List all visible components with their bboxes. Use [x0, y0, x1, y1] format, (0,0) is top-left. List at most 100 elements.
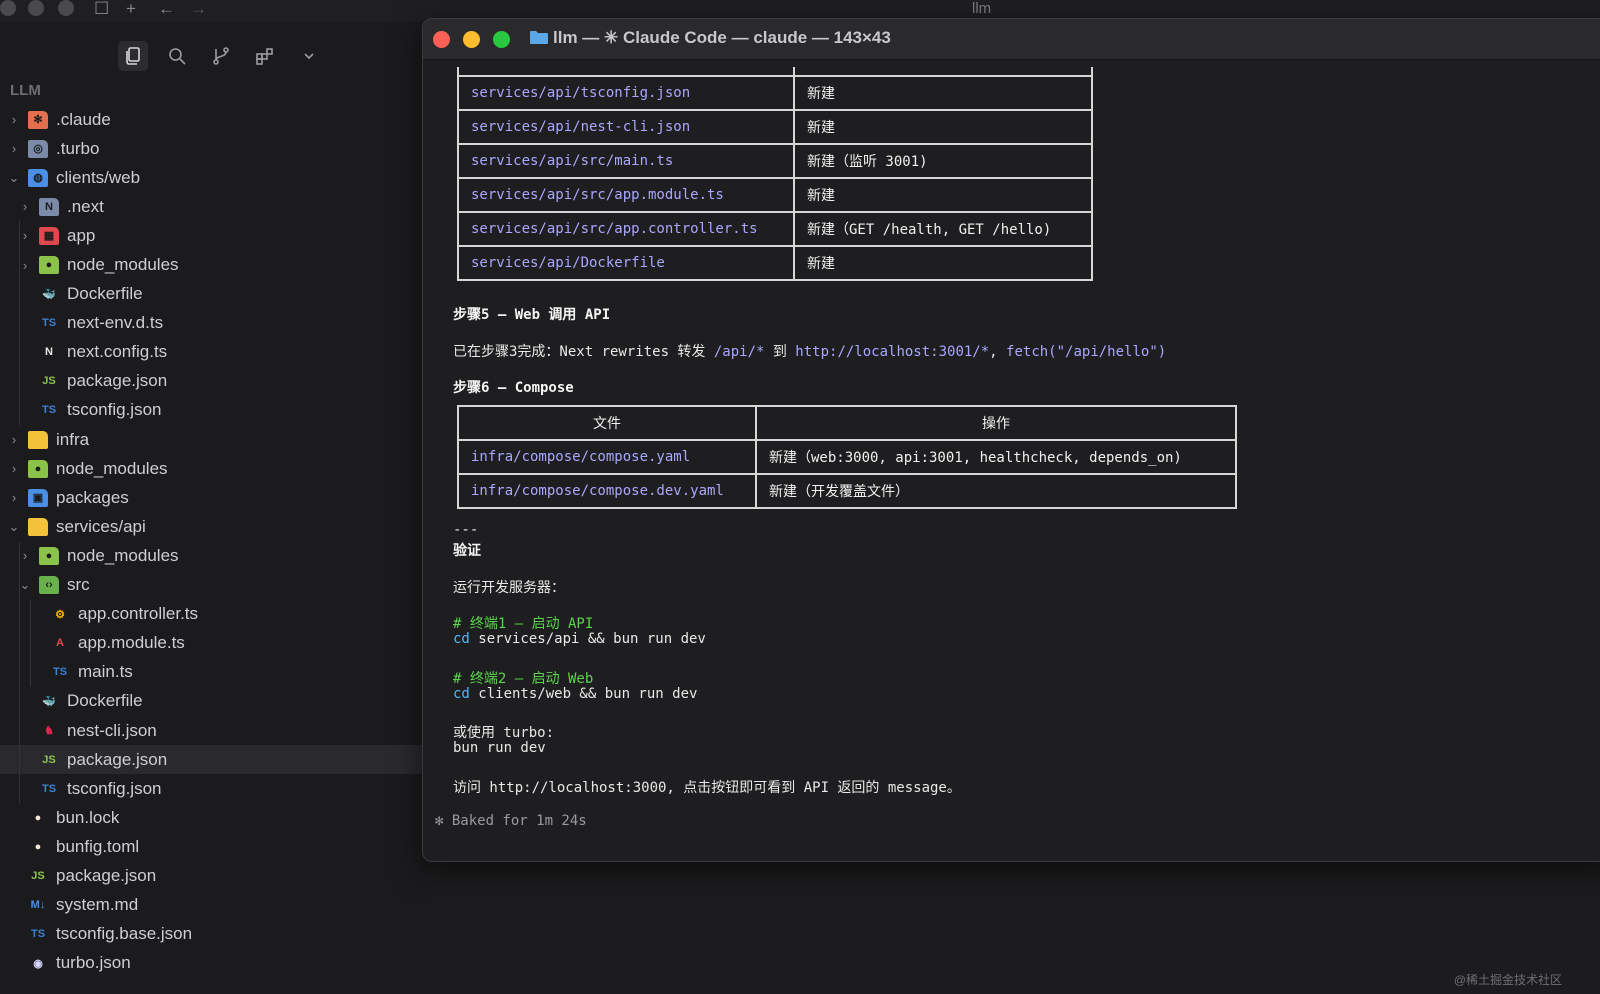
- nodejs-icon: JS: [31, 869, 45, 882]
- tree-folder-row[interactable]: › ▣ packages: [0, 483, 428, 512]
- tree-file-row[interactable]: TS main.ts: [0, 658, 428, 687]
- command-terminal-2: cd clients/web && bun run dev: [453, 686, 697, 702]
- tsconfig-icon: TS: [41, 404, 57, 417]
- tree-file-row[interactable]: M↓ system.md: [0, 891, 428, 920]
- operation-cell: 新建（web:3000, api:3001, healthcheck, depe…: [755, 439, 1237, 475]
- api-pattern: /api/*: [713, 344, 765, 360]
- chevron-right-icon[interactable]: ›: [8, 461, 20, 476]
- tree-folder-row[interactable]: ⌄ ‹› src: [0, 571, 428, 600]
- close-window-dot[interactable]: [0, 0, 16, 16]
- table-row: infra/compose/compose.yaml 新建（web:3000, a…: [457, 439, 1237, 475]
- extensions-icon: [256, 48, 273, 65]
- tree-folder-row[interactable]: ⌄ ◍ clients/web: [0, 163, 428, 192]
- more-views-button[interactable]: [294, 41, 324, 71]
- verify-heading: 验证: [453, 543, 481, 559]
- tree-file-row[interactable]: TS tsconfig.json: [0, 396, 428, 425]
- chevron-down-icon[interactable]: ⌄: [8, 170, 20, 186]
- back-arrow-icon[interactable]: ←: [158, 0, 175, 17]
- infra-folder-icon: [28, 430, 48, 449]
- chevron-right-icon[interactable]: ›: [8, 432, 20, 447]
- chevron-right-icon[interactable]: ›: [8, 141, 20, 156]
- tree-folder-row[interactable]: › ◎ .turbo: [0, 134, 428, 163]
- tree-file-row[interactable]: JS package.json: [0, 367, 428, 396]
- chevron-right-icon[interactable]: ›: [19, 548, 31, 563]
- step5-description: 已在步骤3完成：Next rewrites 转发 /api/* 到 http:/…: [453, 341, 1166, 361]
- table-row: services/api/nest-cli.json 新建: [457, 109, 1093, 145]
- tree-file-row[interactable]: JS package.json: [0, 745, 428, 775]
- tree-item-label: bun.lock: [56, 807, 120, 827]
- next-folder-icon: N: [39, 197, 59, 216]
- tree-folder-row[interactable]: ⌄ services/api: [0, 512, 428, 541]
- tree-file-row[interactable]: 🐳 Dockerfile: [0, 687, 428, 716]
- tree-folder-row[interactable]: › ● node_modules: [0, 250, 428, 279]
- tree-file-row[interactable]: TS next-env.d.ts: [0, 309, 428, 338]
- tree-file-row[interactable]: Aapp.module.ts: [0, 629, 428, 658]
- tree-file-row[interactable]: JS package.json: [0, 861, 428, 890]
- tree-folder-row[interactable]: › infra: [0, 425, 428, 454]
- tree-item-label: services/api: [56, 516, 146, 536]
- file-path-cell: services/api/nest-cli.json: [457, 109, 795, 145]
- files-view-button[interactable]: [118, 41, 148, 71]
- api-target-url: http://localhost:3001/*: [795, 344, 990, 360]
- turbo-icon: ◉: [33, 957, 43, 970]
- tree-item-label: package.json: [67, 371, 168, 391]
- files-icon: [126, 47, 140, 65]
- ts-icon: TS: [52, 666, 68, 679]
- extensions-button[interactable]: [250, 41, 280, 71]
- tree-item-label: app.controller.ts: [78, 604, 199, 624]
- chevron-right-icon[interactable]: ›: [8, 112, 20, 127]
- file-tree: › ✻ .claude › ◎ .turbo ⌄ ◍ clients/web › N .next › ▦ a…: [0, 105, 428, 978]
- tree-item-label: node_modules: [67, 255, 179, 275]
- visit-instruction: 访问 http://localhost:3000, 点击按钮即可看到 API 返…: [453, 780, 961, 796]
- table-row: infra/compose/compose.dev.yaml 新建（开发覆盖文件）: [457, 473, 1237, 509]
- table-header-row: 文件 操作: [457, 405, 1237, 441]
- new-tab-plus-icon[interactable]: +: [126, 0, 136, 17]
- chevron-right-icon[interactable]: ›: [19, 228, 31, 243]
- turbo-folder-icon: ◎: [28, 139, 48, 158]
- markdown-icon: M↓: [30, 899, 46, 912]
- terminal-minimize-button[interactable]: [463, 31, 480, 48]
- chevron-down-icon[interactable]: ⌄: [19, 577, 31, 593]
- tree-folder-row[interactable]: › ✻ .claude: [0, 105, 428, 134]
- tree-folder-row[interactable]: › N .next: [0, 192, 428, 221]
- tree-file-row[interactable]: Nnext.config.ts: [0, 338, 428, 367]
- tree-file-row[interactable]: TS tsconfig.base.json: [0, 920, 428, 949]
- tree-file-row[interactable]: ♞ nest-cli.json: [0, 716, 428, 745]
- tree-file-row[interactable]: TS tsconfig.json: [0, 774, 428, 803]
- chevron-down-icon[interactable]: ⌄: [8, 519, 20, 535]
- src-folder-icon: ‹›: [39, 576, 59, 595]
- indent-guide: [30, 599, 31, 687]
- chevron-right-icon[interactable]: ›: [8, 490, 20, 505]
- tree-item-label: bunfig.toml: [56, 836, 140, 856]
- chevron-right-icon[interactable]: ›: [19, 199, 31, 214]
- tree-item-label: next-env.d.ts: [67, 313, 164, 333]
- tree-file-row[interactable]: ⚙ app.controller.ts: [0, 600, 428, 629]
- tree-folder-row[interactable]: › ▦ app: [0, 221, 428, 250]
- indent-guide: [19, 541, 20, 804]
- tree-folder-row[interactable]: › ● node_modules: [0, 454, 428, 483]
- source-control-button[interactable]: [206, 41, 236, 71]
- minimize-window-dot[interactable]: [28, 0, 44, 16]
- terminal-close-button[interactable]: [433, 31, 450, 48]
- terminal-zoom-button[interactable]: [493, 31, 510, 48]
- tree-item-label: app: [67, 225, 96, 245]
- tree-file-row[interactable]: 🐳 Dockerfile: [0, 280, 428, 309]
- explorer-section-title[interactable]: LLM: [10, 82, 41, 99]
- tree-file-row[interactable]: ● bunfig.toml: [0, 832, 428, 861]
- zoom-window-dot[interactable]: [58, 0, 74, 16]
- search-view-button[interactable]: [162, 41, 192, 71]
- forward-arrow-icon[interactable]: →: [190, 0, 207, 17]
- operation-cell: 新建（监听 3001): [793, 143, 1093, 179]
- operation-cell: 新建: [793, 245, 1093, 281]
- tree-item-label: Dockerfile: [67, 691, 143, 711]
- tree-file-row[interactable]: ◉ turbo.json: [0, 949, 428, 978]
- command-terminal-1: cd services/api && bun run dev: [453, 631, 706, 647]
- folder-icon: [530, 31, 548, 44]
- tree-folder-row[interactable]: › ● node_modules: [0, 541, 428, 570]
- files-table-step4: services/api/tsconfig.json 新建 services/api…: [457, 67, 1093, 281]
- chevron-right-icon[interactable]: ›: [19, 258, 31, 273]
- tree-file-row[interactable]: ● bun.lock: [0, 803, 428, 832]
- chat-icon[interactable]: ☐: [94, 0, 109, 17]
- file-path-cell: infra/compose/compose.dev.yaml: [457, 473, 757, 509]
- tree-item-label: package.json: [67, 749, 168, 769]
